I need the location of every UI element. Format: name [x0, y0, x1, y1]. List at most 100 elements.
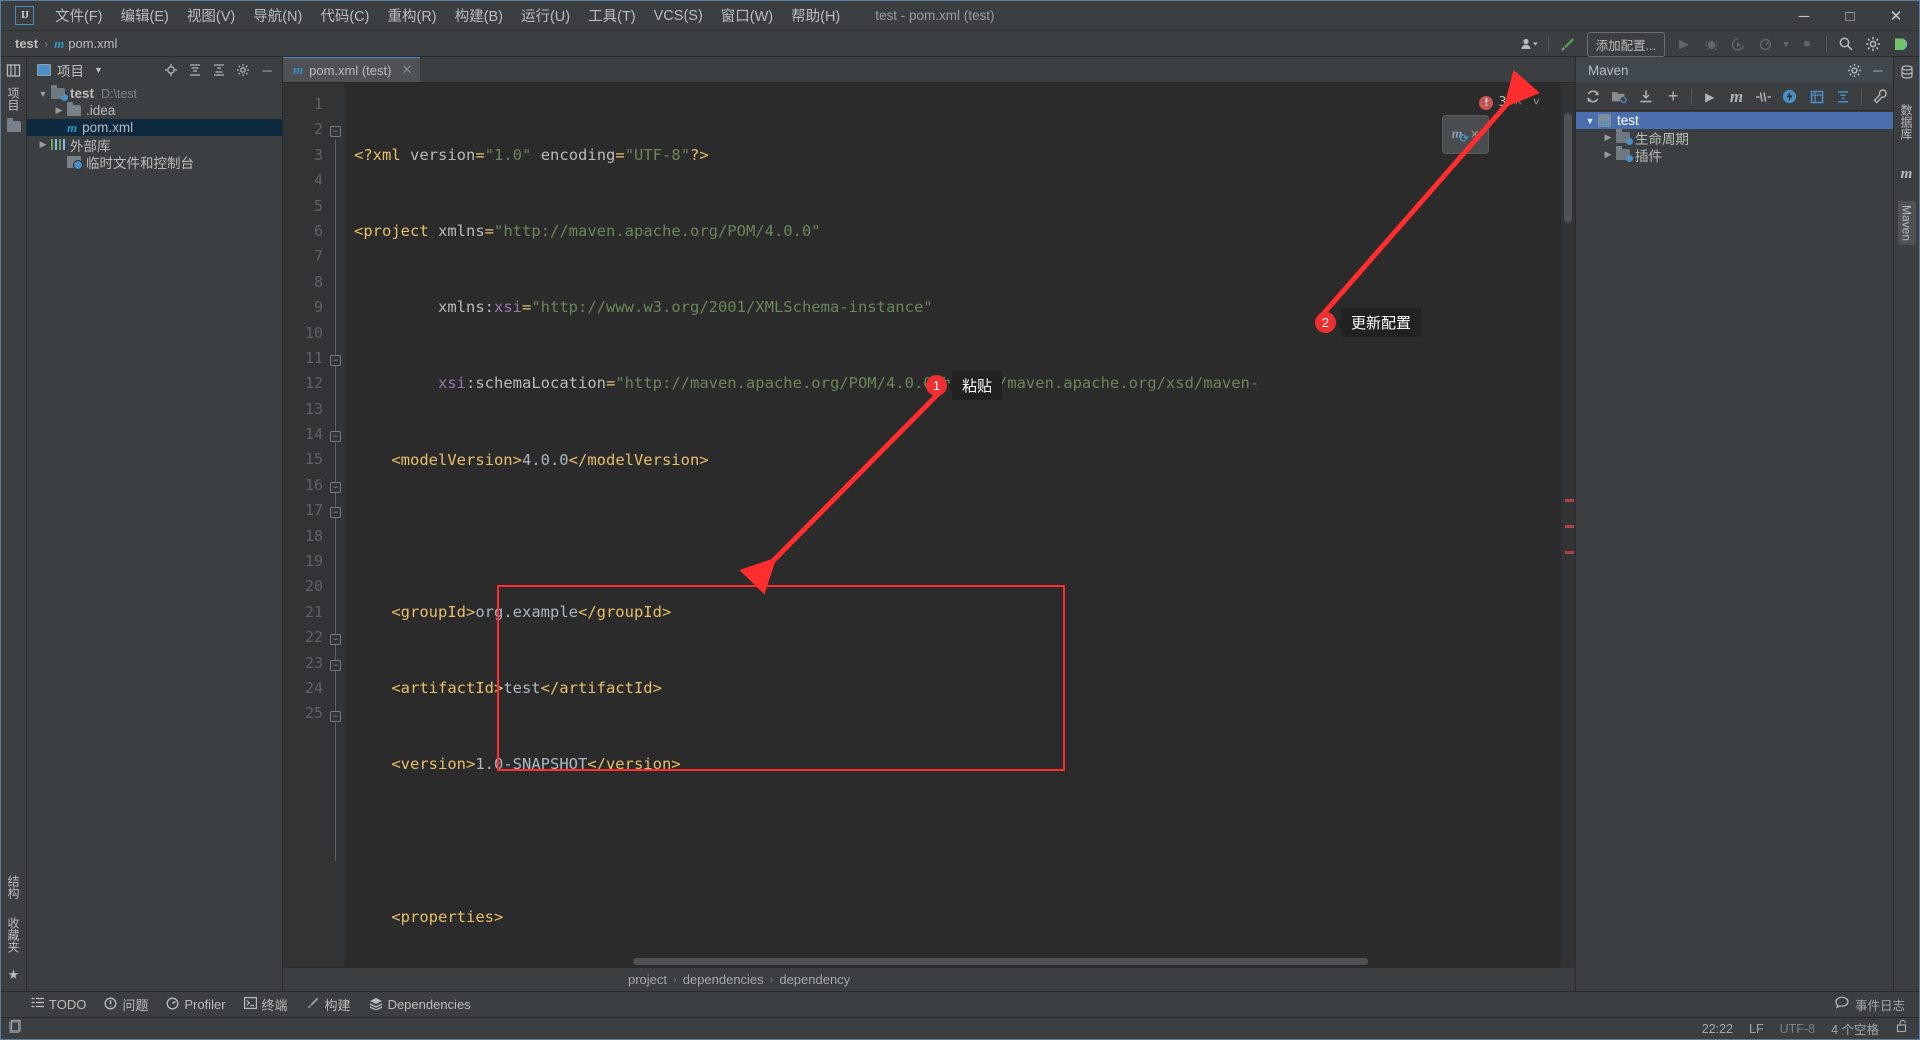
indent-setting[interactable]: 4 个空格: [1831, 1019, 1879, 1038]
maven-tree-node-lifecycle[interactable]: ▶ 生命周期: [1576, 129, 1893, 147]
database-icon[interactable]: [1900, 65, 1914, 84]
close-icon[interactable]: ✕: [401, 62, 412, 78]
chevron-right-icon[interactable]: ▶: [1600, 149, 1616, 160]
chevron-right-icon[interactable]: ▶: [35, 139, 51, 150]
menu-view[interactable]: 视图(V): [178, 1, 244, 30]
strip-bookmarks[interactable]: 收藏夹: [5, 917, 22, 953]
collapse-all-icon[interactable]: [208, 59, 230, 81]
close-button[interactable]: ✕: [1873, 1, 1919, 31]
tree-node-scratches[interactable]: 临时文件和控制台: [27, 153, 282, 171]
add-configuration-button[interactable]: 添加配置...: [1586, 31, 1665, 57]
scrollbar-thumb[interactable]: [633, 958, 1368, 965]
error-stripe-mark[interactable]: [1565, 499, 1574, 502]
fold-marker-line23[interactable]: −: [330, 660, 341, 671]
chevron-down-icon[interactable]: ▼: [1582, 116, 1598, 126]
previous-problem-icon[interactable]: ˄: [1512, 90, 1525, 115]
editor-tab-pom-xml[interactable]: m pom.xml (test) ✕: [283, 56, 421, 82]
menu-vcs[interactable]: VCS(S): [645, 4, 712, 28]
breadcrumb-item-project[interactable]: test: [15, 36, 38, 51]
download-sources-icon[interactable]: [1633, 85, 1659, 109]
menu-code[interactable]: 代码(C): [311, 1, 378, 30]
star-icon[interactable]: ★: [8, 967, 20, 983]
collapse-all-icon[interactable]: [1831, 85, 1857, 109]
show-dependencies-icon[interactable]: [1804, 85, 1830, 109]
breadcrumb-item-file[interactable]: m pom.xml: [54, 36, 117, 52]
menu-refactor[interactable]: 重构(R): [378, 1, 445, 30]
add-maven-project-icon[interactable]: [1607, 85, 1633, 109]
toolwindow-todo[interactable]: TODO: [31, 997, 86, 1012]
fold-marker-line17[interactable]: −: [330, 507, 341, 518]
fold-marker-line2[interactable]: −: [330, 126, 341, 137]
menu-window[interactable]: 窗口(W): [712, 1, 782, 30]
assistant-icon[interactable]: [1887, 32, 1913, 56]
strip-database[interactable]: 数据库: [1898, 104, 1915, 140]
unlocked-icon[interactable]: [1895, 1019, 1909, 1038]
minimize-button[interactable]: ─: [1781, 1, 1827, 31]
toggle-skip-tests-icon[interactable]: [1750, 85, 1776, 109]
breadcrumb-dependency[interactable]: dependency: [779, 972, 850, 987]
tree-node-pom-xml[interactable]: m pom.xml: [27, 119, 282, 136]
chevron-right-icon[interactable]: ▶: [1600, 132, 1616, 143]
error-stripe-mark[interactable]: [1565, 551, 1574, 554]
fold-marker-line22[interactable]: −: [330, 634, 341, 645]
caret-position[interactable]: 22:22: [1702, 1022, 1733, 1036]
chevron-down-icon[interactable]: ▼: [35, 89, 51, 99]
maven-strip-icon[interactable]: m: [1901, 166, 1913, 183]
toolwindow-dependencies[interactable]: Dependencies: [369, 997, 471, 1013]
toolwindow-problems[interactable]: 问题: [104, 995, 148, 1014]
close-icon[interactable]: ✕: [1471, 122, 1479, 147]
tree-node-test[interactable]: ▼ test D:\test: [27, 85, 282, 102]
strip-structure[interactable]: 结构: [5, 875, 22, 899]
menu-edit[interactable]: 编辑(E): [112, 1, 178, 30]
toolwindow-profiler[interactable]: Profiler: [166, 997, 226, 1013]
menu-navigate[interactable]: 导航(N): [244, 1, 311, 30]
editor-gutter[interactable]: 1 2 3 4 5 6 7 8 9 10 11 12 13 14 15 16 1: [283, 83, 345, 967]
run-icon[interactable]: ▶: [1697, 85, 1723, 109]
toolwindow-terminal[interactable]: 终端: [243, 995, 288, 1014]
menu-run[interactable]: 运行(U): [512, 1, 579, 30]
tree-node-idea[interactable]: ▶ .idea: [27, 102, 282, 119]
project-panel-title-group[interactable]: 项目 ▼: [37, 60, 103, 80]
run-with-coverage-button[interactable]: [1725, 32, 1751, 56]
strip-maven[interactable]: Maven: [1897, 201, 1916, 246]
strip-folder-icon[interactable]: [6, 118, 21, 132]
editor-error-stripe[interactable]: [1561, 83, 1575, 967]
add-icon[interactable]: +: [1660, 85, 1686, 109]
breadcrumb-project[interactable]: project: [628, 972, 667, 987]
strip-project[interactable]: 项目: [5, 87, 22, 111]
scrollbar-thumb[interactable]: [1564, 113, 1572, 223]
toggle-offline-mode-icon[interactable]: [1777, 85, 1803, 109]
debug-button[interactable]: [1698, 32, 1724, 56]
maven-tree-node-plugins[interactable]: ▶ 插件: [1576, 146, 1893, 164]
fold-marker-line16[interactable]: −: [330, 482, 341, 493]
locate-icon[interactable]: [160, 59, 182, 81]
tree-node-external-libraries[interactable]: ▶ 外部库: [27, 136, 282, 154]
execute-maven-goal-icon[interactable]: m: [1724, 85, 1750, 109]
code-content[interactable]: <?xml version="1.0" encoding="UTF-8"?> <…: [345, 83, 1561, 967]
maximize-button[interactable]: □: [1827, 1, 1873, 31]
hammer-icon[interactable]: [1555, 32, 1581, 56]
minimize-icon[interactable]: ─: [256, 59, 278, 81]
breadcrumb-dependencies[interactable]: dependencies: [683, 972, 764, 987]
search-icon[interactable]: [1833, 32, 1859, 56]
menu-help[interactable]: 帮助(H): [782, 1, 849, 30]
fold-marker-line11[interactable]: −: [330, 355, 341, 366]
gear-icon[interactable]: [1860, 32, 1886, 56]
fold-marker-line14[interactable]: −: [330, 431, 341, 442]
fold-marker-line25[interactable]: −: [330, 711, 341, 722]
minimize-icon[interactable]: ─: [1867, 59, 1889, 81]
gear-icon[interactable]: [1843, 59, 1865, 81]
run-button[interactable]: ▶: [1671, 32, 1697, 56]
stop-button[interactable]: ■: [1794, 32, 1820, 56]
strip-project-icon[interactable]: [6, 63, 21, 81]
toolwindow-build[interactable]: 构建: [306, 995, 351, 1014]
maven-settings-icon[interactable]: [1867, 85, 1893, 109]
maven-tree-node-test[interactable]: ▼ test: [1576, 112, 1893, 129]
file-encoding[interactable]: UTF-8: [1780, 1022, 1815, 1036]
maven-reload-icon[interactable]: m: [1452, 122, 1469, 153]
chevron-right-icon[interactable]: ▶: [51, 105, 67, 116]
gear-icon[interactable]: [232, 59, 254, 81]
menu-file[interactable]: 文件(F): [46, 1, 112, 30]
chevron-down-icon[interactable]: ▼: [1779, 32, 1793, 56]
next-problem-icon[interactable]: ˅: [1530, 90, 1543, 115]
